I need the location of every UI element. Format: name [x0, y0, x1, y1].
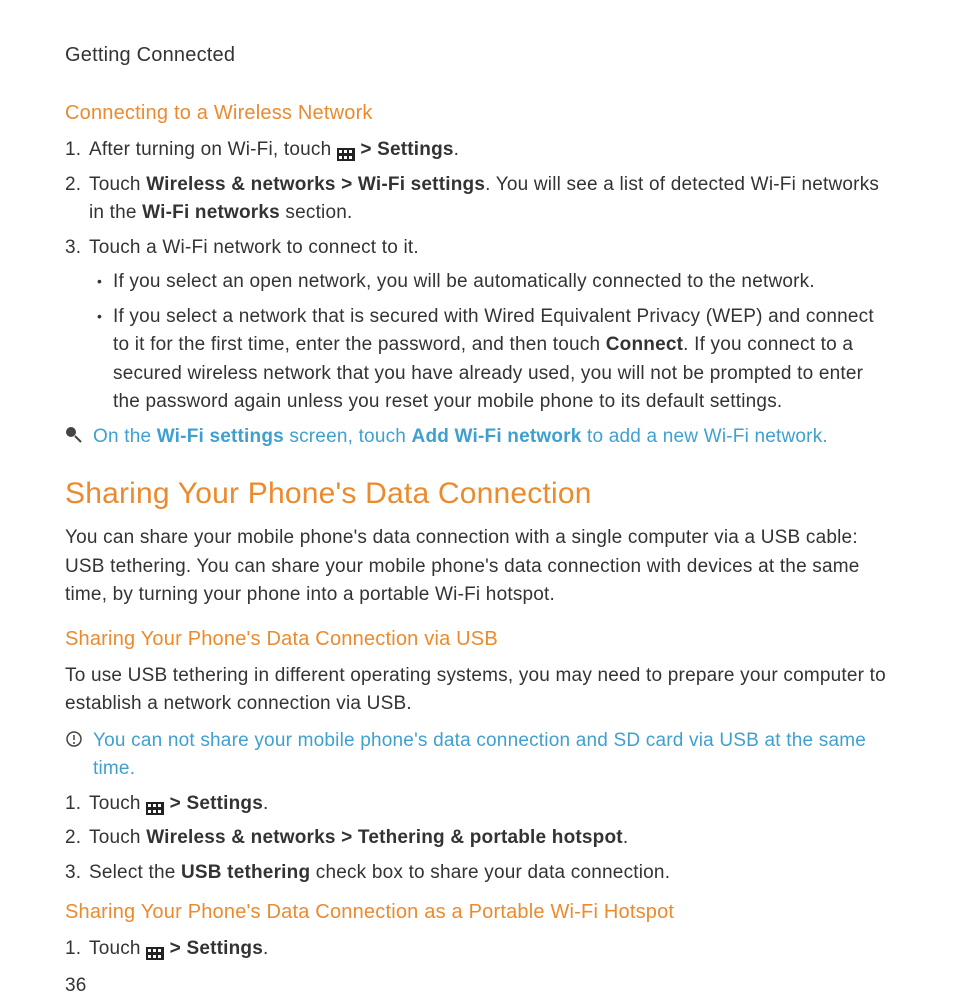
text-bold: Wi-Fi networks	[142, 202, 280, 223]
section-sharing-hotspot: Sharing Your Phone's Data Connection as …	[65, 897, 889, 927]
section-connecting-wireless: Connecting to a Wireless Network	[65, 98, 889, 128]
text-bold: > Settings	[170, 938, 263, 959]
section-sharing-data: Sharing Your Phone's Data Connection	[65, 471, 889, 516]
text: .	[263, 938, 268, 959]
list-item: Touch a Wi-Fi network to connect to it. …	[65, 234, 889, 417]
text: section.	[280, 202, 353, 223]
page-header: Getting Connected	[65, 40, 889, 70]
list-item: Touch Wireless & networks > Wi-Fi settin…	[65, 171, 889, 228]
text: .	[454, 139, 459, 160]
section-sharing-usb: Sharing Your Phone's Data Connection via…	[65, 624, 889, 654]
text-bold: Wireless & networks > Tethering & portab…	[146, 827, 623, 848]
text-bold: Connect	[606, 334, 683, 355]
text: Touch	[89, 827, 146, 848]
list-item: If you select an open network, you will …	[89, 268, 889, 297]
text: .	[623, 827, 628, 848]
note-callout: You can not share your mobile phone's da…	[65, 727, 889, 784]
list-item: Select the USB tethering check box to sh…	[65, 859, 889, 888]
paragraph: To use USB tethering in different operat…	[65, 662, 889, 719]
page-number: 36	[65, 972, 889, 1000]
menu-icon	[146, 941, 164, 954]
text-bold: Add Wi-Fi network	[412, 426, 582, 447]
text-bold: > Settings	[360, 139, 453, 160]
usb-steps-list: Touch > Settings. Touch Wireless & netwo…	[65, 790, 889, 888]
text: Touch a Wi-Fi network to connect to it.	[89, 237, 419, 258]
text: If you select an open network, you will …	[113, 271, 815, 292]
note-icon	[65, 729, 83, 747]
text: After turning on Wi-Fi, touch	[89, 139, 337, 160]
text: On the	[93, 426, 157, 447]
list-item: Touch > Settings.	[65, 935, 889, 964]
text: Touch	[89, 938, 146, 959]
sub-bullet-list: If you select an open network, you will …	[89, 268, 889, 417]
text: Select the	[89, 862, 181, 883]
list-item: After turning on Wi-Fi, touch > Settings…	[65, 136, 889, 165]
menu-icon	[146, 796, 164, 809]
tip-callout: On the Wi-Fi settings screen, touch Add …	[65, 423, 889, 452]
text: Touch	[89, 174, 146, 195]
connect-steps-list: After turning on Wi-Fi, touch > Settings…	[65, 136, 889, 417]
paragraph: You can share your mobile phone's data c…	[65, 524, 889, 610]
list-item: Touch > Settings.	[65, 790, 889, 819]
text: .	[263, 793, 268, 814]
text-bold: > Settings	[170, 793, 263, 814]
text-bold: USB tethering	[181, 862, 310, 883]
list-item: Touch Wireless & networks > Tethering & …	[65, 824, 889, 853]
text-bold: Wi-Fi settings	[157, 426, 284, 447]
text-bold: Wireless & networks > Wi-Fi settings	[146, 174, 485, 195]
list-item: If you select a network that is secured …	[89, 303, 889, 417]
text: check box to share your data connection.	[310, 862, 670, 883]
text: screen, touch	[284, 426, 412, 447]
menu-icon	[337, 142, 355, 155]
text: to add a new Wi-Fi network.	[582, 426, 828, 447]
text: Touch	[89, 793, 146, 814]
hotspot-steps-list: Touch > Settings.	[65, 935, 889, 964]
text: You can not share your mobile phone's da…	[93, 730, 866, 780]
tip-icon	[65, 425, 83, 443]
